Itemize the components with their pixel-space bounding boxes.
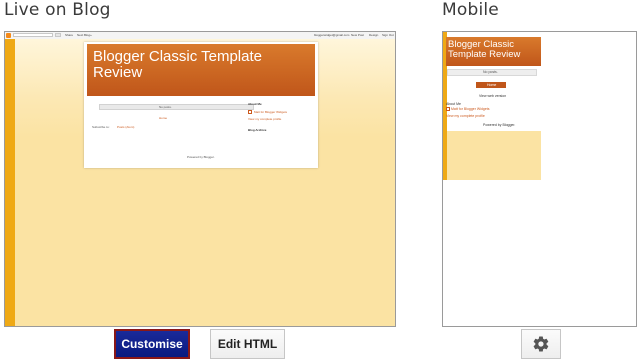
mobile-view-profile-link: View my complete profile (446, 114, 485, 118)
mobile-home-label: Home (487, 83, 497, 87)
mobile-blog-page: Blogger Classic Template Review No posts… (443, 32, 541, 180)
no-posts-text: No posts. (159, 105, 172, 109)
customise-button[interactable]: Customise (114, 329, 190, 359)
template-left-bar (5, 39, 15, 326)
mobile-settings-button[interactable] (521, 329, 561, 359)
mobile-web-version-link: View web version (479, 94, 507, 98)
blog-header: Blogger Classic Template Review (87, 44, 315, 96)
blog-archive-heading: Blog Archive (248, 128, 267, 132)
mobile-footer-background (447, 131, 541, 180)
mobile-about-me-heading: About Me (446, 102, 461, 106)
blogger-logo-icon (6, 33, 11, 38)
no-posts-box (99, 104, 254, 110)
subscribe-link: Posts (Atom) (117, 125, 135, 129)
navbar-design-link: Design (369, 33, 379, 37)
edit-html-button[interactable]: Edit HTML (210, 329, 285, 359)
mobile-powered-by-text: Powered by Blogger. (483, 123, 516, 127)
navbar-new-post-link: New Post (351, 33, 364, 37)
live-blog-preview[interactable]: Share Next Blog» bloggerwidget@gmail.com… (4, 31, 396, 327)
blog-page: Blogger Classic Template Review No posts… (84, 42, 318, 168)
mobile-profile-icon (446, 107, 450, 111)
mobile-no-posts-text: No posts. (483, 70, 498, 74)
mobile-blog-header: Blogger Classic Template Review (446, 37, 541, 66)
blog-title: Blogger Classic Template Review (93, 48, 262, 81)
navbar-search-input (13, 33, 53, 37)
home-link: Home (159, 116, 168, 120)
view-profile-link: View my complete profile (248, 117, 282, 121)
navbar-sign-out-link: Sign Out (382, 33, 394, 37)
about-me-heading: About Me (248, 102, 262, 106)
navbar-search-button (55, 33, 61, 37)
profile-icon (248, 110, 252, 114)
live-on-blog-title: Live on Blog (4, 0, 111, 20)
mobile-preview[interactable]: Blogger Classic Template Review No posts… (442, 31, 637, 327)
gear-icon (533, 336, 549, 352)
navbar-share-link: Share (65, 33, 74, 37)
subscribe-label: Subscribe to: (92, 125, 110, 129)
mobile-profile-name-link: Matt for Blogger Widgets (451, 107, 490, 111)
mobile-title: Mobile (442, 0, 499, 20)
powered-by-text: Powered by Blogger. (187, 155, 215, 159)
profile-name-link: Matt for Blogger Widgets (254, 110, 288, 114)
mobile-blog-title: Blogger Classic Template Review (448, 39, 521, 60)
navbar-next-blog-link: Next Blog» (77, 33, 92, 37)
navbar-email: bloggerwidget@gmail.com (314, 33, 350, 37)
